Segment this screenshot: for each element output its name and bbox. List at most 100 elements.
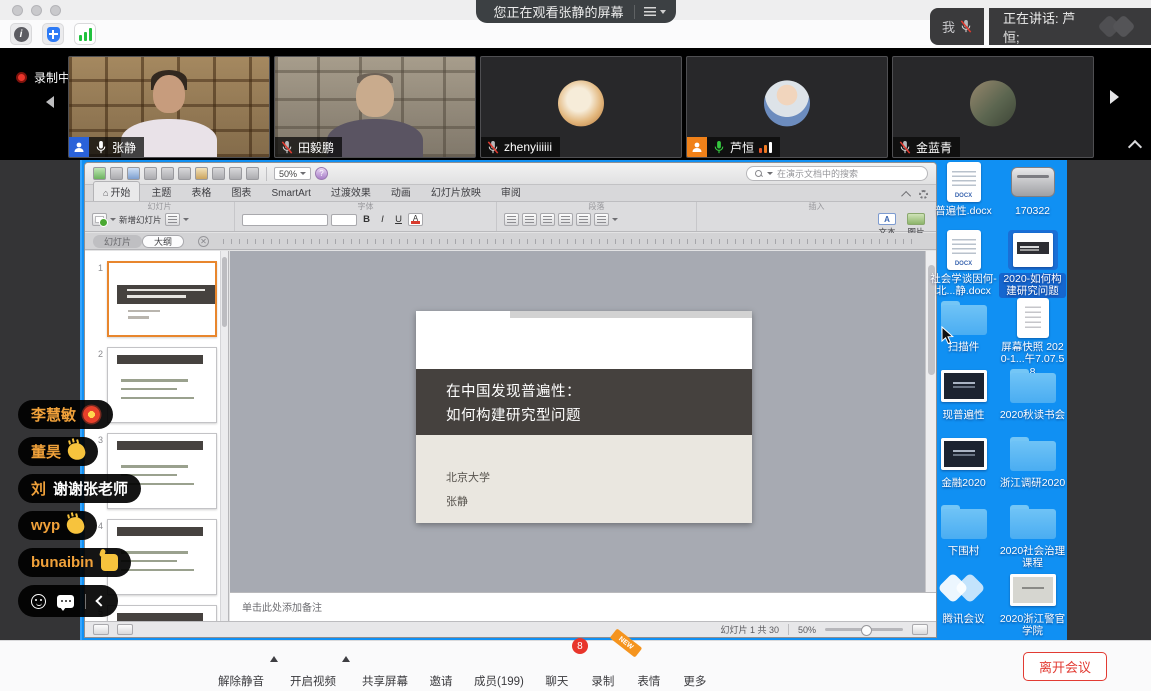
clap-emoji-icon (66, 441, 87, 462)
toolbar-button[interactable]: 更多 (672, 644, 718, 689)
desktop-icon-label: 普遍性.docx (935, 205, 992, 217)
line-spacing-icon[interactable] (594, 213, 609, 226)
ppt-toolbar-icon[interactable] (195, 167, 208, 180)
slide-number: 1 (89, 261, 103, 337)
strip-prev-icon[interactable] (46, 96, 54, 108)
toolbar-button[interactable]: 解除静音 (208, 644, 274, 689)
toolbar-button[interactable]: 录制 NEW (580, 644, 626, 689)
芦恒[interactable]: 芦恒 (686, 56, 888, 158)
participant-name: 金蓝青 (916, 139, 952, 156)
toolbar-button[interactable]: 共享屏幕 (352, 644, 418, 689)
slide-thumbnail[interactable]: 1 (89, 261, 228, 337)
fit-slide-icon[interactable] (912, 624, 928, 635)
strip-next-icon[interactable] (1110, 90, 1119, 104)
bullets-icon[interactable] (504, 213, 519, 226)
info-icon[interactable]: i (10, 23, 32, 45)
desktop-icon[interactable]: 现普遍性 (929, 366, 998, 434)
slide-sorter-icon[interactable] (117, 624, 133, 635)
bold-button[interactable]: B (360, 214, 373, 225)
traffic-light-minimize[interactable] (31, 5, 42, 16)
layout-icon[interactable] (165, 213, 180, 226)
strip-collapse-icon[interactable] (1128, 140, 1142, 154)
meeting-app-window: i 您正在观看张静的屏幕 我 正在讲话: 芦恒; (0, 0, 1151, 691)
traffic-light-close[interactable] (12, 5, 23, 16)
ribbon-tab[interactable]: 审阅 (490, 182, 530, 201)
zhenyiiiiii[interactable]: zhenyiiiiii (480, 56, 682, 158)
chat-bubble-icon[interactable] (57, 595, 74, 608)
ribbon-tab[interactable]: SmartArt (260, 186, 319, 201)
desktop-icon[interactable]: 170322 (998, 162, 1067, 230)
close-pane-icon[interactable]: ✕ (198, 236, 209, 247)
normal-view-icon[interactable] (93, 624, 109, 635)
my-mic-status[interactable]: 我 (930, 8, 984, 45)
ribbon-tab[interactable]: 动画 (380, 182, 420, 201)
ribbon-tab[interactable]: 主题 (140, 182, 180, 201)
ppt-toolbar-icon[interactable] (178, 167, 191, 180)
ppt-toolbar-icon[interactable] (127, 167, 140, 180)
numbering-icon[interactable] (522, 213, 537, 226)
zoom-slider[interactable] (825, 628, 903, 631)
shield-icon[interactable] (42, 23, 64, 45)
font-name-box[interactable] (242, 214, 328, 226)
align-left-icon[interactable] (540, 213, 555, 226)
ribbon-collapse-icon[interactable] (901, 191, 911, 201)
ribbon-tab[interactable]: 幻灯片放映 (420, 182, 490, 201)
desktop-icon[interactable]: 2020社会治理课程 (998, 502, 1067, 570)
ppt-search-input[interactable]: 在演示文档中的搜索 (746, 166, 928, 181)
desktop-icon[interactable]: 腾讯会议 (929, 570, 998, 638)
ppt-toolbar-icon[interactable] (229, 167, 242, 180)
collapse-chat-icon[interactable] (95, 595, 106, 606)
toolbar-button[interactable]: 成员(199) (464, 644, 534, 689)
ribbon-tab[interactable]: 表格 (180, 182, 220, 201)
new-slide-icon[interactable] (92, 213, 107, 226)
desktop-icon[interactable]: 社会学谈因何-北...静.docx (929, 230, 998, 298)
toolbar-button[interactable]: 聊天 8 (534, 644, 580, 689)
ribbon-tab[interactable]: 图表 (220, 182, 260, 201)
recording-indicator: 录制中 (16, 69, 70, 86)
desktop-icon[interactable]: 普遍性.docx (929, 162, 998, 230)
desktop-icon[interactable]: 屏幕快照 2020-1...午7.07.58 (998, 298, 1067, 366)
notes-pane[interactable]: 单击此处添加备注 (230, 592, 936, 621)
ppt-toolbar-icon[interactable] (93, 167, 106, 180)
desktop-icon[interactable]: 2020秋读书会 (998, 366, 1067, 434)
ppt-toolbar-icon[interactable] (144, 167, 157, 180)
ribbon-tab[interactable]: 过渡效果 (320, 182, 380, 201)
desktop-icon[interactable]: 2020-如何构建研究问题 (998, 230, 1067, 298)
align-center-icon[interactable] (558, 213, 573, 226)
ppt-toolbar-icon[interactable] (212, 167, 225, 180)
banner-menu-icon[interactable] (634, 5, 666, 19)
ribbon-tab[interactable]: ⌂开始 (93, 181, 140, 201)
italic-button[interactable]: I (376, 214, 389, 225)
desktop-icon[interactable]: 下围村 (929, 502, 998, 570)
underline-button[interactable]: U (392, 214, 405, 225)
emoji-icon[interactable] (31, 594, 46, 609)
desktop-icon[interactable]: 浙江调研2020 (998, 434, 1067, 502)
金蓝青[interactable]: 金蓝青 (892, 56, 1094, 158)
signal-bars-icon[interactable] (74, 23, 96, 45)
current-slide[interactable]: 在中国发现普遍性： 如何构建研究型问题 北京大学 张静 (416, 311, 752, 523)
desktop-icon[interactable]: 扫描件 (929, 298, 998, 366)
toolbar-button[interactable]: 表情 (626, 644, 672, 689)
thumbnails-scrollbar[interactable] (220, 251, 228, 621)
avatar (970, 80, 1016, 126)
张静[interactable]: 张静 (68, 56, 270, 158)
toolbar-button[interactable]: 开启视频 (280, 644, 346, 689)
align-right-icon[interactable] (576, 213, 591, 226)
desktop-icon[interactable]: 2020浙江警官学院 (998, 570, 1067, 638)
leave-meeting-button[interactable]: 离开会议 (1023, 652, 1107, 681)
watching-banner[interactable]: 您正在观看张静的屏幕 (475, 0, 675, 23)
ppt-toolbar-icon[interactable] (110, 167, 123, 180)
view-tab[interactable]: 幻灯片 (93, 235, 142, 248)
gear-icon[interactable] (919, 190, 928, 199)
ppt-zoom-dropdown[interactable]: 50% (274, 167, 311, 180)
desktop-icon[interactable]: 金融2020 (929, 434, 998, 502)
ppt-help-button[interactable]: ? (315, 167, 328, 180)
view-tab[interactable]: 大纲 (142, 235, 184, 248)
toolbar-button[interactable]: 邀请 (418, 644, 464, 689)
font-color-button[interactable]: A (408, 213, 423, 226)
ppt-toolbar-icon[interactable] (246, 167, 259, 180)
font-size-box[interactable] (331, 214, 357, 226)
ppt-toolbar-icon[interactable] (161, 167, 174, 180)
traffic-light-zoom[interactable] (50, 5, 61, 16)
田毅鹏[interactable]: 田毅鹏 (274, 56, 476, 158)
